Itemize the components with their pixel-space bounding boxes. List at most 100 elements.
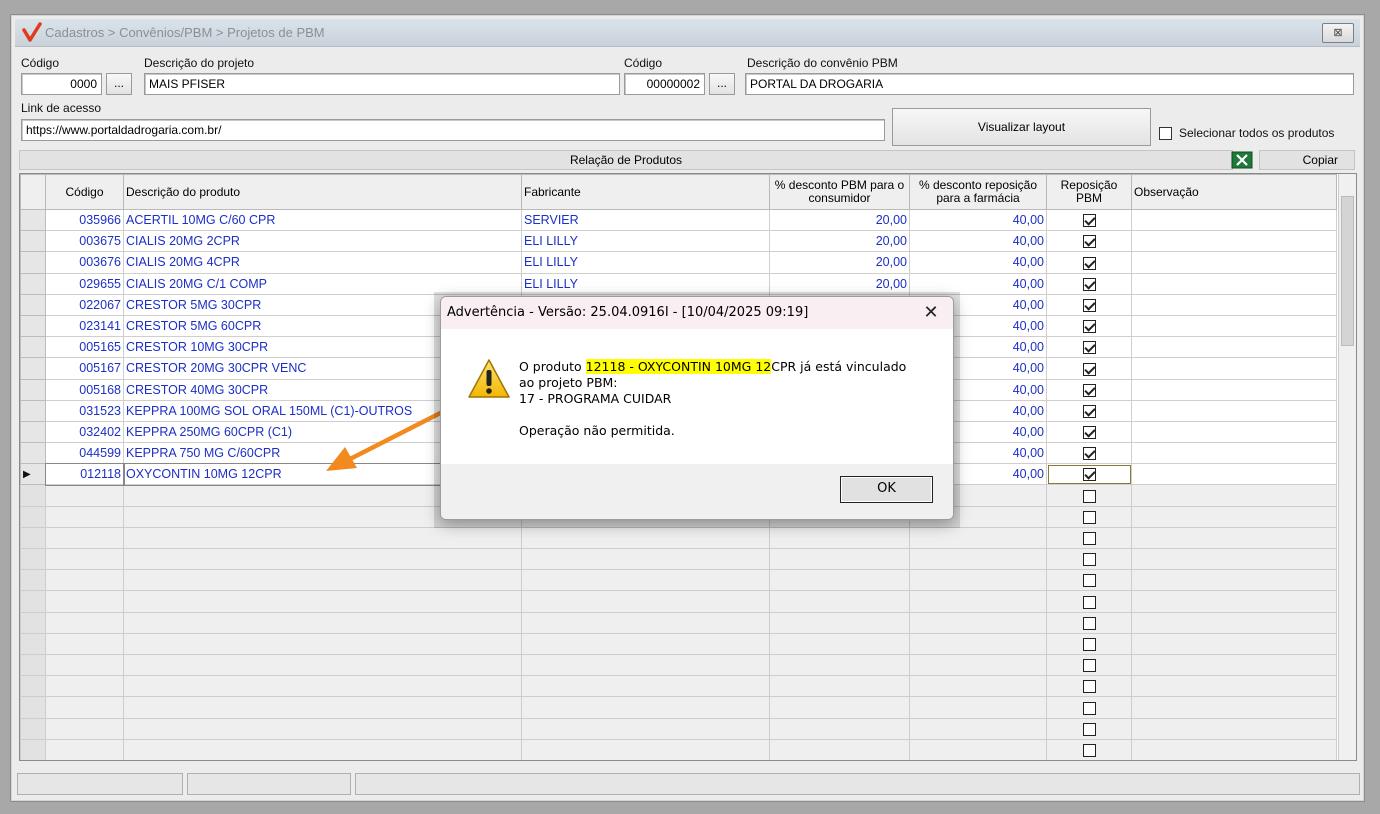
empty-cell[interactable] <box>45 484 124 507</box>
empty-cell[interactable] <box>1131 590 1337 613</box>
reposicao-checkbox[interactable] <box>1082 532 1096 545</box>
empty-cell[interactable] <box>769 696 910 719</box>
cell-observacao[interactable] <box>1131 272 1337 295</box>
empty-cell[interactable] <box>769 569 910 592</box>
cell-codigo[interactable]: 029655 <box>45 272 124 295</box>
empty-cell[interactable] <box>769 738 910 760</box>
reposicao-checkbox[interactable] <box>1082 616 1096 630</box>
empty-cell[interactable] <box>769 653 910 677</box>
empty-cell[interactable] <box>909 738 1047 760</box>
grid-vertical-scrollbar[interactable] <box>1338 174 1356 760</box>
empty-cell[interactable] <box>45 653 124 677</box>
reposicao-checkbox[interactable] <box>1082 341 1096 355</box>
cell-observacao[interactable] <box>1131 442 1337 465</box>
reposicao-checkbox[interactable] <box>1082 637 1096 651</box>
empty-cell[interactable] <box>123 569 522 592</box>
reposicao-checkbox[interactable] <box>1082 701 1096 715</box>
empty-cell[interactable] <box>1046 675 1132 698</box>
empty-cell[interactable] <box>1046 696 1132 719</box>
empty-cell[interactable] <box>1131 675 1337 698</box>
cell-codigo[interactable]: 022067 <box>45 293 124 316</box>
reposicao-checkbox[interactable] <box>1082 489 1096 503</box>
reposicao-checkbox[interactable] <box>1082 743 1096 757</box>
empty-cell[interactable] <box>45 569 124 592</box>
empty-cell[interactable] <box>45 632 124 655</box>
reposicao-checkbox[interactable] <box>1082 362 1096 376</box>
cell-observacao[interactable] <box>1131 399 1337 422</box>
cell-fabricante[interactable]: ELI LILLY <box>521 251 770 274</box>
descricao-convenio-field[interactable]: PORTAL DA DROGARIA <box>745 73 1354 95</box>
cell-observacao[interactable] <box>1131 463 1337 486</box>
empty-cell[interactable] <box>1046 590 1132 613</box>
empty-cell[interactable] <box>769 632 910 655</box>
empty-cell[interactable] <box>45 675 124 698</box>
empty-cell[interactable] <box>1131 484 1337 507</box>
reposicao-checkbox[interactable] <box>1082 404 1096 418</box>
empty-cell[interactable] <box>909 569 1047 592</box>
cell-fabricante[interactable]: ELI LILLY <box>521 230 770 253</box>
cell-codigo[interactable]: 003675 <box>45 230 124 253</box>
header-codigo[interactable]: Código <box>45 174 124 210</box>
cell-reposicao-pbm[interactable] <box>1046 314 1132 338</box>
empty-cell[interactable] <box>123 526 522 550</box>
empty-row[interactable] <box>20 717 1337 740</box>
cell-observacao[interactable] <box>1131 378 1337 401</box>
header-desconto-reposicao[interactable]: % desconto reposição para a farmácia <box>909 174 1047 210</box>
cell-reposicao-pbm[interactable] <box>1046 357 1132 380</box>
empty-cell[interactable] <box>1046 717 1132 740</box>
codigo-convenio-field[interactable]: 00000002 <box>624 73 705 95</box>
empty-cell[interactable] <box>521 738 770 760</box>
empty-row[interactable] <box>20 738 1337 760</box>
reposicao-checkbox[interactable] <box>1082 256 1096 270</box>
empty-cell[interactable] <box>1131 526 1337 550</box>
empty-cell[interactable] <box>123 738 522 760</box>
cell-reposicao-pbm[interactable] <box>1046 336 1132 359</box>
empty-cell[interactable] <box>521 632 770 655</box>
table-row[interactable]: 003676 CIALIS 20MG 4CPR ELI LILLY 20,00 40,0… <box>20 251 1337 274</box>
cell-observacao[interactable] <box>1131 208 1337 232</box>
empty-cell[interactable] <box>1131 569 1337 592</box>
empty-cell[interactable] <box>1046 632 1132 655</box>
cell-reposicao-pbm[interactable] <box>1046 442 1132 465</box>
cell-observacao[interactable] <box>1131 251 1337 274</box>
cell-codigo[interactable]: 005168 <box>45 378 124 401</box>
empty-cell[interactable] <box>1046 653 1132 677</box>
codigo-lookup-button[interactable]: ... <box>106 73 132 95</box>
empty-cell[interactable] <box>909 653 1047 677</box>
empty-cell[interactable] <box>1131 611 1337 634</box>
cell-desconto-reposicao[interactable]: 40,00 <box>909 230 1047 253</box>
empty-cell[interactable] <box>521 526 770 550</box>
dialog-close-icon[interactable]: ✕ <box>921 302 941 322</box>
empty-row[interactable] <box>20 632 1337 655</box>
empty-cell[interactable] <box>123 675 522 698</box>
cell-reposicao-pbm[interactable] <box>1046 399 1132 422</box>
cell-codigo[interactable]: 044599 <box>45 442 124 465</box>
empty-cell[interactable] <box>769 675 910 698</box>
excel-icon[interactable] <box>1229 150 1255 170</box>
cell-codigo[interactable]: 005167 <box>45 357 124 380</box>
cell-desconto-consumidor[interactable]: 20,00 <box>769 230 910 253</box>
empty-cell[interactable] <box>1046 547 1132 571</box>
empty-cell[interactable] <box>1046 505 1132 528</box>
empty-cell[interactable] <box>123 632 522 655</box>
empty-cell[interactable] <box>45 526 124 550</box>
reposicao-checkbox[interactable] <box>1082 510 1096 524</box>
empty-row[interactable] <box>20 653 1337 677</box>
empty-cell[interactable] <box>45 696 124 719</box>
empty-row[interactable] <box>20 590 1337 613</box>
table-row[interactable]: 003675 CIALIS 20MG 2CPR ELI LILLY 20,00 40,0… <box>20 230 1337 253</box>
empty-cell[interactable] <box>45 717 124 740</box>
empty-cell[interactable] <box>123 717 522 740</box>
empty-cell[interactable] <box>521 590 770 613</box>
header-observacao[interactable]: Observação <box>1131 174 1337 210</box>
cell-descricao[interactable]: CIALIS 20MG 4CPR <box>123 251 522 274</box>
header-fabricante[interactable]: Fabricante <box>521 174 770 210</box>
codigo-field[interactable]: 0000 <box>21 73 102 95</box>
reposicao-checkbox[interactable] <box>1082 383 1096 397</box>
cell-codigo[interactable]: 035966 <box>45 208 124 232</box>
empty-cell[interactable] <box>521 696 770 719</box>
empty-cell[interactable] <box>123 611 522 634</box>
empty-cell[interactable] <box>521 717 770 740</box>
empty-cell[interactable] <box>909 590 1047 613</box>
reposicao-checkbox[interactable] <box>1082 298 1096 312</box>
